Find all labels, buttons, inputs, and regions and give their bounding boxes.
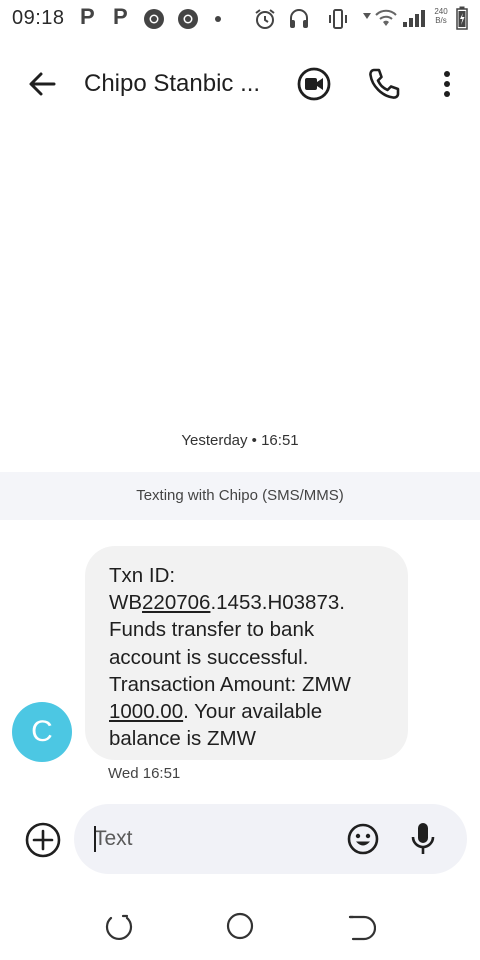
- top-app-bar: Chipo Stanbic ...: [0, 50, 480, 118]
- video-call-icon[interactable]: [294, 64, 334, 104]
- sms-mode-banner: Texting with Chipo (SMS/MMS): [0, 472, 480, 520]
- phone-call-icon[interactable]: [366, 66, 402, 102]
- message-bubble[interactable]: Txn ID: WB220706.1453.H03873. Funds tran…: [85, 546, 408, 760]
- home-icon[interactable]: [224, 910, 256, 942]
- message-line: balance is ZMW: [109, 727, 256, 751]
- dot-icon: [215, 16, 221, 22]
- message-input[interactable]: [94, 818, 334, 860]
- phone-number-link[interactable]: 220706: [142, 591, 210, 614]
- amount-link[interactable]: 1000.00: [109, 700, 183, 723]
- sms-mode-text: Texting with Chipo (SMS/MMS): [136, 487, 344, 504]
- message-line-suffix: .1453.H03873.: [210, 591, 345, 615]
- date-divider: Yesterday • 16:51: [181, 432, 299, 449]
- system-nav-bar: [0, 896, 480, 960]
- signal-icon: [403, 10, 425, 27]
- alarm-icon: [255, 9, 275, 29]
- nav-back-icon[interactable]: [344, 912, 376, 944]
- emoji-icon[interactable]: [346, 822, 380, 856]
- wifi-icon: [375, 9, 397, 26]
- conversation-title[interactable]: Chipo Stanbic ...: [84, 70, 274, 98]
- net-speed-unit: B/s: [435, 16, 447, 25]
- vibrate-icon: [329, 9, 347, 29]
- net-speed-value: 240: [434, 7, 448, 16]
- message-line: Txn ID:: [109, 564, 176, 587]
- contact-avatar[interactable]: C: [12, 702, 72, 762]
- message-timestamp: Wed 16:51: [108, 765, 181, 782]
- headset-icon: [290, 9, 308, 28]
- add-attachment-icon[interactable]: [24, 821, 62, 859]
- network-speed: 240 B/s: [431, 7, 451, 25]
- battery-icon: [456, 6, 468, 30]
- p-notification-icon: P: [80, 4, 95, 29]
- more-options-icon[interactable]: [432, 66, 462, 102]
- message-line: Transaction Amount: ZMW: [109, 672, 351, 696]
- avatar-letter: C: [31, 715, 53, 748]
- message-line: account is successful.: [109, 645, 309, 669]
- status-time: 09:18: [12, 7, 65, 29]
- chrome-icon: [144, 9, 164, 29]
- message-text: Txn ID: WB220706.1453.H03873. Funds tran…: [109, 562, 399, 752]
- message-line-suffix: . Your available: [183, 700, 323, 724]
- recent-apps-icon[interactable]: [103, 912, 135, 944]
- microphone-icon[interactable]: [408, 820, 438, 858]
- message-line: Funds transfer to bank: [109, 618, 315, 642]
- vpn-arrow-icon: [363, 13, 371, 19]
- status-bar: 09:18 P P 240 B/s: [0, 0, 480, 38]
- back-arrow-icon[interactable]: [22, 66, 62, 102]
- compose-bar: [74, 804, 467, 874]
- p-notification-icon: P: [113, 4, 128, 29]
- message-line-prefix: WB: [109, 591, 143, 615]
- chrome-icon: [178, 9, 198, 29]
- text-cursor: [94, 826, 96, 852]
